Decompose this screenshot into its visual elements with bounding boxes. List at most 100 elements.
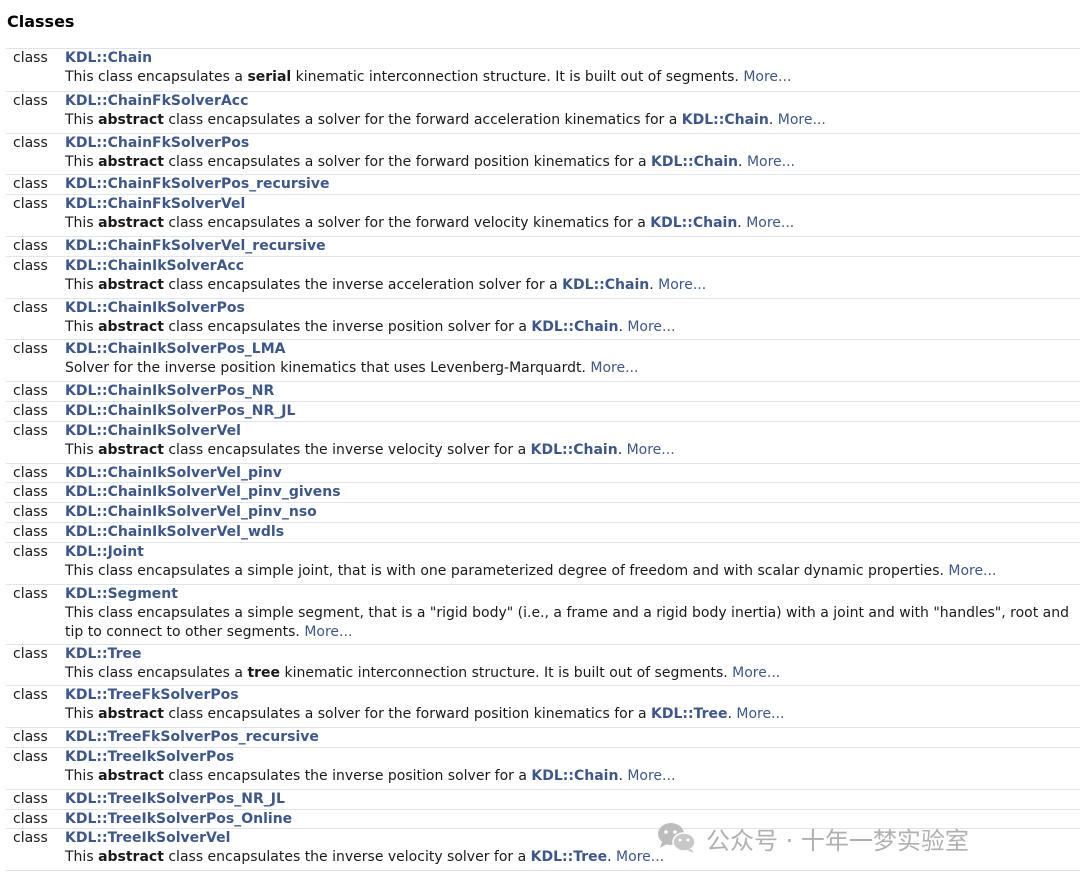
description-text: This — [65, 276, 99, 293]
emphasis-text: abstract — [98, 111, 164, 128]
description-text: This — [65, 318, 99, 335]
more-link[interactable]: More... — [627, 319, 675, 335]
class-keyword: class — [13, 196, 48, 213]
description-text: class encapsulates the inverse velocity … — [163, 849, 531, 866]
class-row: class KDL::ChainIkSolverPos_NR — [6, 381, 1080, 401]
class-description: This class encapsulates a serial kinemat… — [65, 68, 1076, 87]
class-row: class KDL::TreeFkSolverPos_recursive — [6, 727, 1080, 747]
class-link[interactable]: KDL::Tree — [65, 646, 142, 662]
more-link[interactable]: More... — [590, 360, 638, 376]
class-keyword: class — [13, 543, 48, 560]
class-link[interactable]: KDL::Segment — [65, 586, 178, 602]
description-text: This class encapsulates a simple joint, … — [65, 562, 949, 579]
class-reference-link[interactable]: KDL::Tree — [651, 706, 728, 722]
class-description: This abstract class encapsulates the inv… — [65, 848, 1076, 867]
class-row: class KDL::TreeIkSolverVel This abstract c… — [6, 828, 1080, 870]
class-keyword: class — [13, 645, 48, 662]
class-link[interactable]: KDL::Joint — [65, 544, 144, 560]
class-link[interactable]: KDL::Chain — [65, 50, 152, 66]
more-link[interactable]: More... — [616, 849, 664, 865]
class-reference-link[interactable]: KDL::Chain — [651, 154, 738, 170]
more-link[interactable]: More... — [627, 768, 675, 784]
description-text: This — [65, 849, 99, 866]
more-link[interactable]: More... — [304, 624, 352, 640]
class-link[interactable]: KDL::ChainFkSolverAcc — [65, 93, 248, 109]
class-link[interactable]: KDL::ChainIkSolverAcc — [65, 258, 244, 274]
class-row: class KDL::ChainIkSolverAccThis abstract … — [6, 255, 1080, 298]
class-keyword: class — [13, 790, 48, 807]
emphasis-text: abstract — [98, 153, 164, 170]
class-row: class KDL::ChainIkSolverVel_pinv_nso — [6, 502, 1080, 522]
class-row: class KDL::ChainIkSolverPos_LMASolver for… — [6, 339, 1080, 381]
class-reference-link[interactable]: KDL::Tree — [531, 849, 608, 865]
class-row: class KDL::ChainFkSolverVel_recursive — [6, 235, 1080, 256]
class-keyword: class — [13, 585, 48, 602]
class-link[interactable]: KDL::ChainIkSolverPos_LMA — [65, 341, 286, 357]
class-keyword: class — [13, 257, 48, 274]
class-link[interactable]: KDL::ChainFkSolverVel — [65, 196, 245, 212]
more-link[interactable]: More... — [948, 563, 996, 579]
class-description: Solver for the inverse position kinemati… — [65, 359, 1076, 378]
more-link[interactable]: More... — [732, 665, 780, 681]
description-text: class encapsulates the inverse position … — [163, 767, 532, 784]
class-reference-link[interactable]: KDL::Chain — [562, 277, 649, 293]
class-reference-link[interactable]: KDL::Chain — [650, 215, 737, 231]
more-link[interactable]: More... — [746, 215, 794, 231]
class-link[interactable]: KDL::TreeIkSolverPos_NR_JL — [65, 791, 285, 807]
description-text: . — [738, 153, 747, 170]
class-link[interactable]: KDL::TreeIkSolverPos_Online — [65, 811, 292, 827]
more-link[interactable]: More... — [747, 154, 795, 170]
class-link[interactable]: KDL::ChainIkSolverPos_NR_JL — [65, 403, 295, 419]
more-link[interactable]: More... — [743, 69, 791, 85]
emphasis-text: abstract — [98, 215, 164, 232]
description-text: class encapsulates a solver for the forw… — [163, 215, 651, 232]
description-text: class encapsulates the inverse position … — [163, 318, 532, 335]
class-reference-link[interactable]: KDL::Chain — [682, 112, 769, 128]
class-reference-link[interactable]: KDL::Chain — [531, 319, 618, 335]
class-row: class KDL::TreeFkSolverPos This abstract c… — [6, 685, 1080, 727]
emphasis-text: abstract — [98, 276, 164, 293]
class-row: class KDL::ChainFkSolverAcc This abstract … — [6, 90, 1080, 133]
class-row: class KDL::ChainIkSolverPos This abstract … — [6, 297, 1080, 340]
class-description: This class encapsulates a simple joint, … — [65, 562, 1076, 581]
class-link[interactable]: KDL::ChainIkSolverVel_pinv_givens — [65, 484, 341, 500]
class-row: class KDL::ChainIkSolverVel This abstract … — [6, 420, 1080, 463]
more-link[interactable]: More... — [627, 442, 675, 458]
class-keyword: class — [13, 464, 48, 481]
more-link[interactable]: More... — [778, 112, 826, 128]
more-link[interactable]: More... — [658, 277, 706, 293]
description-text: This — [65, 441, 99, 458]
emphasis-text: abstract — [98, 849, 164, 866]
class-link[interactable]: KDL::ChainIkSolverPos_NR — [65, 383, 274, 399]
description-text: This — [65, 706, 99, 723]
class-link[interactable]: KDL::ChainFkSolverPos — [65, 135, 249, 151]
description-text: This class encapsulates a — [65, 664, 248, 681]
class-link[interactable]: KDL::TreeIkSolverVel — [65, 830, 230, 846]
class-keyword: class — [13, 504, 48, 521]
class-link[interactable]: KDL::ChainIkSolverVel_wdls — [65, 524, 284, 540]
class-link[interactable]: KDL::ChainIkSolverPos — [65, 300, 245, 316]
class-link[interactable]: KDL::ChainFkSolverVel_recursive — [65, 238, 326, 254]
more-link[interactable]: More... — [736, 706, 784, 722]
description-text: This — [65, 767, 99, 784]
class-link[interactable]: KDL::TreeIkSolverPos — [65, 749, 234, 765]
class-link[interactable]: KDL::ChainFkSolverPos_recursive — [65, 176, 329, 192]
class-keyword: class — [13, 237, 48, 254]
class-description: This abstract class encapsulates the inv… — [65, 276, 1076, 295]
class-row: class KDL::JointThis class encapsulates a… — [6, 541, 1080, 584]
emphasis-text: abstract — [98, 767, 164, 784]
class-link[interactable]: KDL::ChainIkSolverVel_pinv_nso — [65, 504, 317, 520]
class-keyword: class — [13, 341, 48, 358]
class-reference-link[interactable]: KDL::Chain — [531, 442, 618, 458]
class-reference-link[interactable]: KDL::Chain — [531, 768, 618, 784]
emphasis-text: abstract — [98, 706, 164, 723]
description-text: class encapsulates a solver for the forw… — [163, 706, 651, 723]
class-link[interactable]: KDL::TreeFkSolverPos — [65, 687, 239, 703]
class-row: class KDL::Chain This class encapsulates a… — [6, 49, 1080, 91]
class-link[interactable]: KDL::ChainIkSolverVel — [65, 423, 241, 439]
section-title: Classes — [7, 12, 75, 31]
class-link[interactable]: KDL::ChainIkSolverVel_pinv — [65, 465, 282, 481]
class-link[interactable]: KDL::TreeFkSolverPos_recursive — [65, 729, 319, 745]
class-row: class KDL::ChainFkSolverPos This abstract … — [6, 132, 1080, 175]
description-text: class encapsulates a solver for the forw… — [163, 153, 651, 170]
